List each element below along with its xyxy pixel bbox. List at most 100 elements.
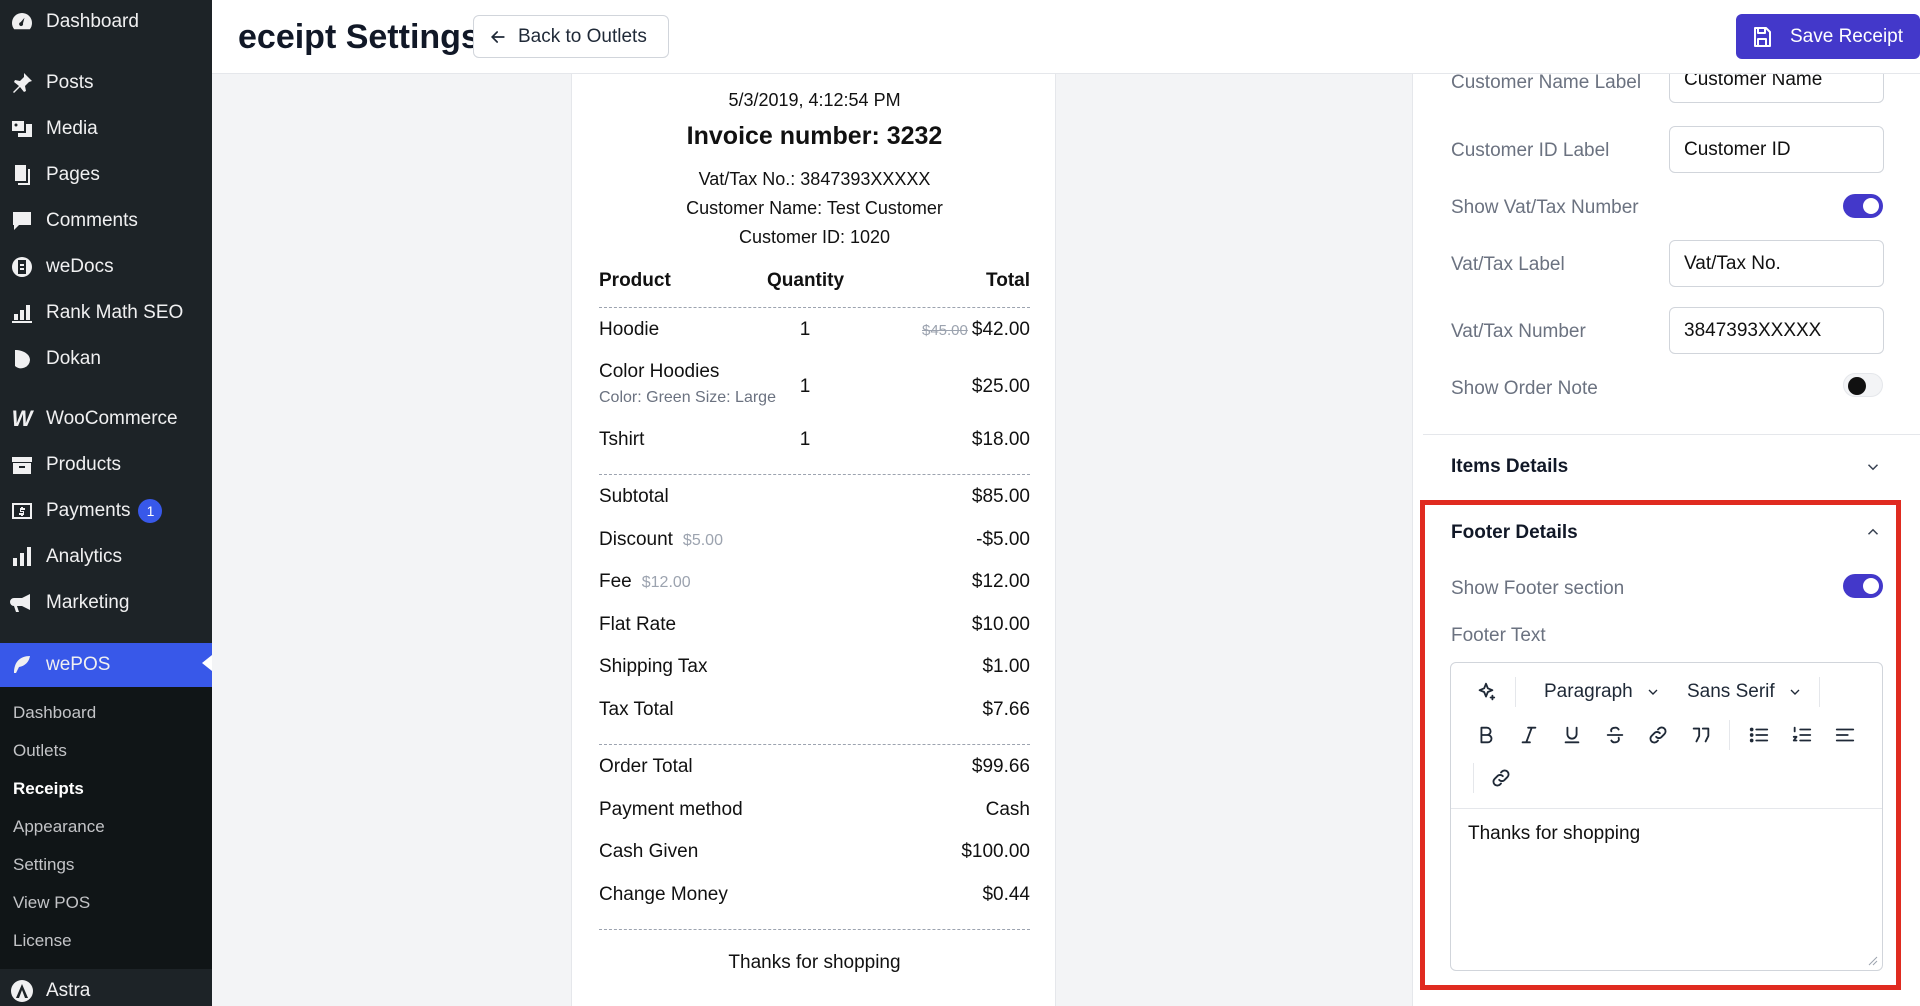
bullet-list-icon[interactable] (1746, 722, 1772, 748)
sidebar-item-label: Payments (46, 500, 131, 521)
numbered-list-icon[interactable] (1789, 722, 1815, 748)
show-order-note-toggle[interactable] (1843, 373, 1883, 397)
sidebar-item-posts[interactable]: Posts (0, 63, 212, 103)
payments-badge: 1 (138, 499, 163, 523)
admin-sidebar: Dashboard Posts Media Pages Comments weD… (0, 0, 212, 1006)
summary-row: Tax Total $7.66 (599, 699, 1030, 725)
sidebar-item-label: Rank Math SEO (46, 302, 184, 323)
sidebar-item-marketing[interactable]: Marketing (0, 583, 212, 623)
wepos-icon (9, 652, 35, 678)
item-qty: 1 (799, 319, 811, 340)
bold-icon[interactable] (1473, 722, 1499, 748)
sidebar-item-dokan[interactable]: Dokan (0, 339, 212, 379)
bar-chart-icon (9, 544, 35, 570)
editor-content[interactable]: Thanks for shopping (1468, 823, 1640, 845)
submenu-license[interactable]: License (13, 931, 72, 951)
show-vat-toggle[interactable] (1843, 194, 1883, 218)
customer-id-input[interactable]: Customer ID (1669, 126, 1884, 173)
blockquote-icon[interactable] (1688, 722, 1714, 748)
paragraph-select[interactable]: Paragraph (1544, 679, 1661, 705)
sidebar-item-products[interactable]: Products (0, 445, 212, 485)
italic-icon[interactable] (1516, 722, 1542, 748)
align-left-icon[interactable] (1832, 722, 1858, 748)
total-label: Order Total (599, 756, 693, 777)
sidebar-item-wedocs[interactable]: weDocs (0, 247, 212, 287)
sidebar-item-wepos[interactable]: wePOS (0, 643, 212, 687)
table-row: Color Hoodies Color: Green Size: Large 1… (599, 361, 1030, 411)
item-name: Hoodie (599, 319, 660, 340)
total-row: Order Total $99.66 (599, 756, 1030, 782)
sidebar-item-astra[interactable]: Astra (0, 971, 212, 1006)
pages-icon (9, 162, 35, 188)
item-price: $42.00 (971, 319, 1030, 340)
submenu-outlets[interactable]: Outlets (13, 741, 67, 761)
toolbar-separator (1729, 720, 1730, 750)
show-order-note-label: Show Order Note (1451, 378, 1598, 399)
customer-name-label: Customer Name Label (1451, 72, 1642, 93)
toolbar-separator (1819, 677, 1820, 707)
vat-label-input[interactable]: Vat/Tax No. (1669, 240, 1884, 287)
underline-icon[interactable] (1559, 722, 1585, 748)
sidebar-item-comments[interactable]: Comments (0, 201, 212, 241)
sidebar-item-rank-math[interactable]: Rank Math SEO (0, 293, 212, 333)
ai-sparkle-icon[interactable] (1473, 679, 1499, 705)
chevron-down-icon (1648, 689, 1658, 695)
show-vat-label: Show Vat/Tax Number (1451, 197, 1639, 218)
strikethrough-icon[interactable] (1602, 722, 1628, 748)
item-variant: Color: Green Size: Large (599, 389, 776, 406)
sidebar-item-label: wePOS (46, 654, 111, 675)
item-name: Tshirt (599, 429, 645, 450)
summary-note: $5.00 (682, 532, 723, 549)
item-total: $25.00 (971, 376, 1030, 397)
save-icon (1754, 26, 1771, 47)
sidebar-item-payments[interactable]: Payments 1 (0, 491, 212, 531)
unlink-icon[interactable] (1488, 765, 1514, 791)
vat-number-input[interactable]: 3847393XXXXX (1669, 307, 1884, 354)
summary-value: -$5.00 (976, 529, 1030, 550)
summary-row: Flat Rate $10.00 (599, 614, 1030, 640)
sidebar-item-label: Dokan (46, 348, 101, 369)
summary-row: Discount $5.00 -$5.00 (599, 529, 1030, 555)
back-button-label: Back to Outlets (518, 25, 647, 47)
receipt-datetime: 5/3/2019, 4:12:54 PM (728, 90, 901, 110)
sidebar-item-media[interactable]: Media (0, 109, 212, 149)
back-to-outlets-button[interactable]: Back to Outlets (473, 15, 669, 58)
woo-icon: W (11, 406, 33, 431)
editor-toolbar: Paragraph Sans Serif (1451, 663, 1882, 809)
sidebar-item-dashboard[interactable]: Dashboard (0, 2, 212, 42)
sidebar-item-woocommerce[interactable]: W WooCommerce (0, 399, 212, 439)
toolbar-separator (1473, 763, 1474, 793)
vat-label-label: Vat/Tax Label (1451, 254, 1565, 275)
save-button-label: Save Receipt (1790, 25, 1904, 47)
items-details-title[interactable]: Items Details (1451, 456, 1568, 478)
item-total: $18.00 (971, 429, 1030, 450)
megaphone-icon (9, 590, 35, 616)
item-name: Color Hoodies (599, 361, 720, 382)
dollar-icon (9, 498, 35, 524)
page-title: eceipt Settings (238, 18, 480, 56)
submenu-view-pos[interactable]: View POS (13, 893, 90, 913)
submenu-settings[interactable]: Settings (13, 855, 74, 875)
summary-value: $10.00 (971, 614, 1030, 635)
submenu-receipts[interactable]: Receipts (13, 779, 84, 799)
footer-text-editor[interactable]: Paragraph Sans Serif Thanks for shopping (1450, 662, 1883, 971)
chevron-down-icon[interactable] (1864, 458, 1882, 476)
submenu-appearance[interactable]: Appearance (13, 817, 105, 837)
save-receipt-button[interactable]: Save Receipt (1736, 14, 1920, 59)
table-row: Tshirt 1 $18.00 (599, 429, 1030, 455)
archive-icon (9, 452, 35, 478)
sidebar-item-label: Comments (46, 210, 138, 231)
font-select[interactable]: Sans Serif (1687, 679, 1803, 705)
total-row: Change Money $0.44 (599, 884, 1030, 910)
page-header: eceipt Settings Back to Outlets Save Rec… (212, 0, 1920, 74)
receipt-preview: 5/3/2019, 4:12:54 PM Invoice number: 323… (571, 74, 1056, 1006)
sidebar-item-pages[interactable]: Pages (0, 155, 212, 195)
pin-icon (9, 70, 35, 96)
sidebar-item-analytics[interactable]: Analytics (0, 537, 212, 577)
resize-handle-icon[interactable] (1868, 956, 1878, 966)
submenu-dashboard[interactable]: Dashboard (13, 703, 96, 723)
total-row: Cash Given $100.00 (599, 841, 1030, 867)
link-icon[interactable] (1645, 722, 1671, 748)
summary-label: Flat Rate (599, 614, 677, 635)
summary-label: Discount $5.00 (599, 529, 723, 551)
